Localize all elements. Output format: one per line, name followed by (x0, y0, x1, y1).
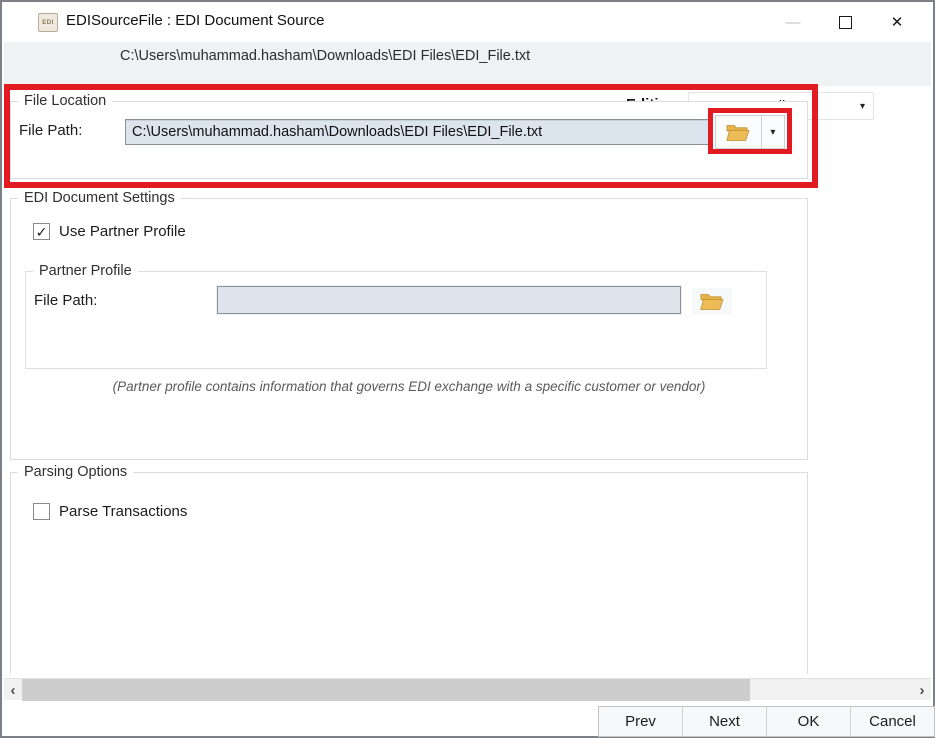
parse-transactions-label: Parse Transactions (59, 503, 187, 520)
prev-button[interactable]: Prev (599, 707, 683, 736)
horizontal-scrollbar[interactable]: ‹ › (4, 678, 931, 700)
use-partner-profile-row: ✓ Use Partner Profile (33, 223, 186, 240)
footer-button-bar: Prev Next OK Cancel (598, 706, 935, 737)
next-button[interactable]: Next (683, 707, 767, 736)
chevron-down-icon: ▾ (770, 127, 775, 138)
edi-document-settings-legend: EDI Document Settings (18, 190, 181, 206)
dialog-window: EDI EDISourceFile : EDI Document Source … (0, 0, 935, 738)
folder-open-icon (700, 292, 724, 311)
file-path-input[interactable]: C:\Users\muhammad.hasham\Downloads\EDI F… (125, 119, 709, 145)
partner-profile-legend: Partner Profile (33, 263, 138, 279)
close-button[interactable]: ✕ (871, 2, 923, 42)
maximize-icon (839, 16, 852, 29)
partner-file-path-label: File Path: (34, 292, 97, 309)
partner-profile-group: Partner Profile File Path: (25, 271, 767, 369)
browse-dropdown-button[interactable]: ▾ (761, 116, 784, 148)
parse-transactions-row: ✓ Parse Transactions (33, 503, 187, 520)
file-path-label: File Path: (19, 122, 82, 139)
partner-browse-button[interactable] (692, 288, 732, 314)
folder-open-icon (726, 123, 750, 142)
edi-document-settings-group: EDI Document Settings ✓ Use Partner Prof… (10, 198, 808, 460)
parsing-options-legend: Parsing Options (18, 464, 133, 480)
title-bar: EDI EDISourceFile : EDI Document Source … (2, 2, 933, 42)
use-partner-profile-checkbox[interactable]: ✓ (33, 223, 50, 240)
window-title: EDISourceFile : EDI Document Source (66, 12, 324, 29)
file-path-echo-text: C:\Users\muhammad.hasham\Downloads\EDI F… (120, 48, 530, 64)
ok-button[interactable]: OK (767, 707, 851, 736)
edi-document-icon: EDI (38, 13, 58, 32)
scroll-left-arrow-icon[interactable]: ‹ (4, 679, 22, 701)
scroll-right-arrow-icon[interactable]: › (913, 679, 931, 701)
browse-button[interactable] (716, 116, 761, 148)
parsing-options-group: Parsing Options ✓ Parse Transactions (10, 472, 808, 674)
file-location-legend: File Location (18, 93, 112, 109)
minimize-button: — (767, 2, 819, 42)
partner-file-path-input[interactable] (217, 286, 681, 314)
check-icon: ✓ (36, 225, 48, 239)
maximize-button[interactable] (819, 2, 871, 42)
browse-split-button: ▾ (715, 115, 785, 149)
use-partner-profile-label: Use Partner Profile (59, 223, 186, 240)
cancel-button[interactable]: Cancel (851, 707, 934, 736)
partner-profile-note: (Partner profile contains information th… (11, 379, 807, 394)
chevron-down-icon: ▾ (860, 101, 865, 112)
scrollbar-thumb[interactable] (22, 679, 750, 701)
file-location-group: File Location File Path: C:\Users\muhamm… (10, 101, 808, 179)
parse-transactions-checkbox[interactable]: ✓ (33, 503, 50, 520)
